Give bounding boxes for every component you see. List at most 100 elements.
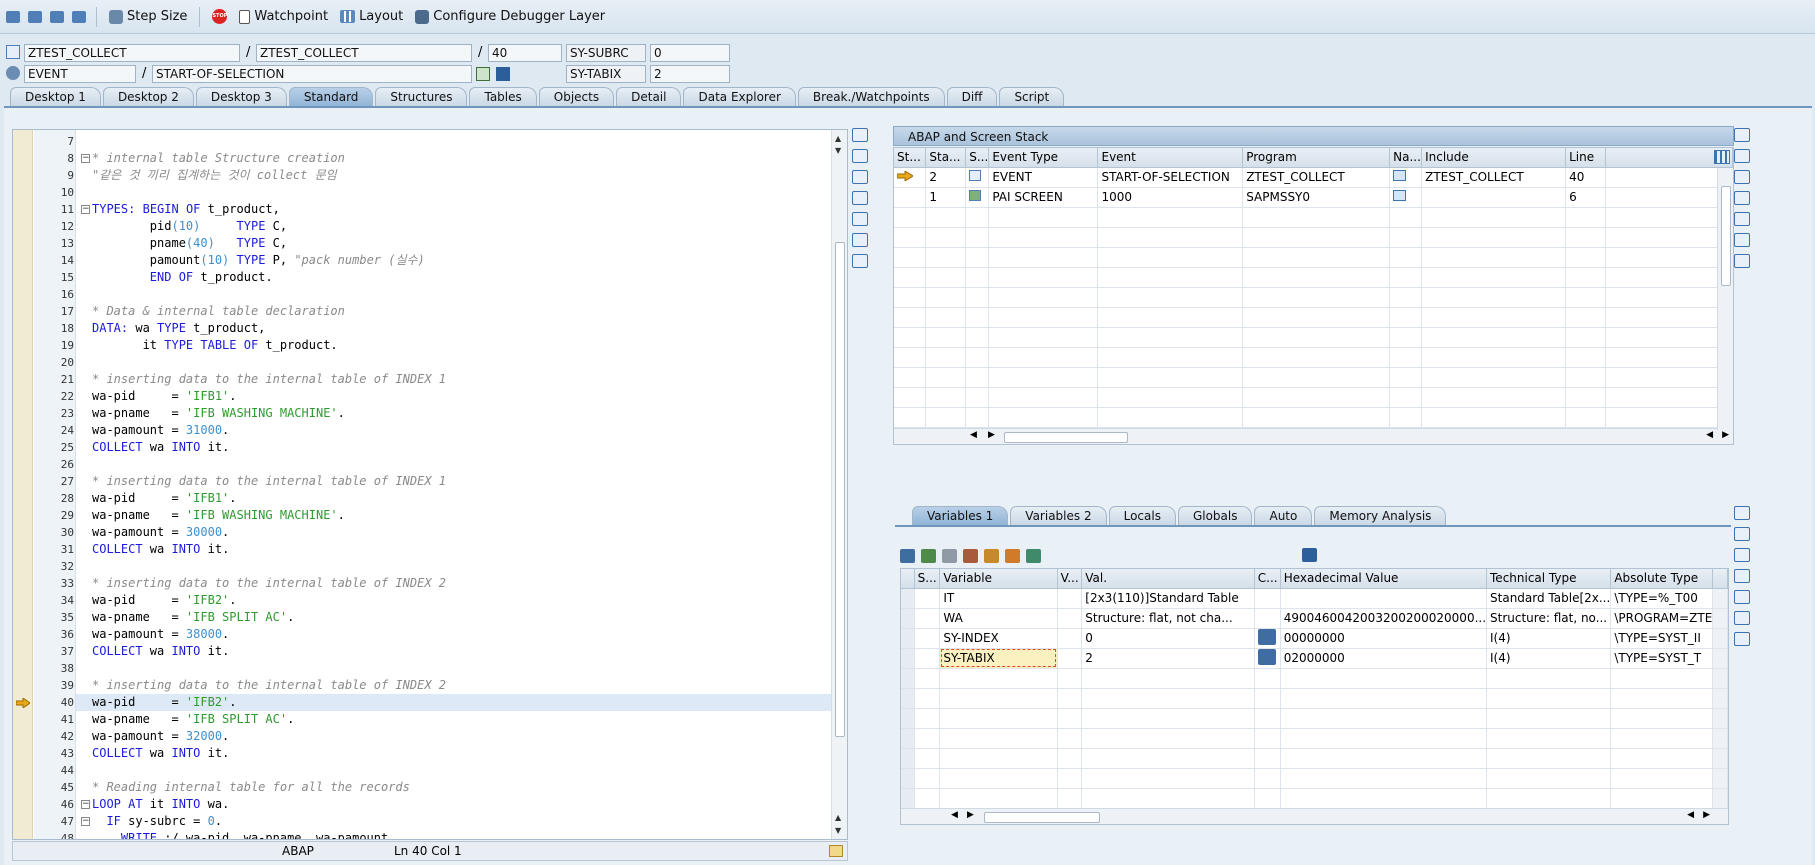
configure-layer-button[interactable]: Configure Debugger Layer bbox=[409, 5, 611, 29]
code-line[interactable]: wa-pid = 'IFB2'. bbox=[76, 694, 831, 711]
code-line[interactable]: wa-pname = 'IFB SPLIT AC'. bbox=[76, 609, 831, 626]
delete-icon[interactable] bbox=[900, 549, 915, 563]
swap-tool-icon[interactable] bbox=[1734, 590, 1750, 604]
stack-row[interactable]: 2 EVENT START-OF-SELECTION ZTEST_COLLECT ZTE… bbox=[894, 167, 1733, 188]
code-line[interactable]: IF sy-subrc = 0. bbox=[76, 813, 831, 830]
scroll-left-icon[interactable]: ◀ bbox=[970, 430, 977, 440]
tab-script[interactable]: Script bbox=[999, 87, 1065, 107]
variable-cell[interactable]: WA bbox=[939, 608, 1058, 629]
transfer-icon[interactable] bbox=[984, 549, 999, 563]
var-column-header[interactable]: Absolute Type bbox=[1610, 569, 1714, 589]
swap-tool-icon[interactable] bbox=[852, 212, 868, 226]
stack-row[interactable] bbox=[894, 387, 1733, 408]
row-selector[interactable] bbox=[901, 628, 915, 649]
new-tool-icon[interactable] bbox=[1734, 527, 1750, 541]
var-tab-variables-1[interactable]: Variables 1 bbox=[912, 506, 1009, 526]
row-selector[interactable] bbox=[901, 608, 915, 629]
row-selector[interactable] bbox=[901, 748, 915, 769]
stack-row[interactable] bbox=[894, 267, 1733, 288]
close-tool-icon[interactable] bbox=[1734, 506, 1750, 520]
code-line[interactable]: pname(40) TYPE C, bbox=[76, 235, 831, 252]
variable-cell[interactable]: 0 bbox=[1081, 628, 1255, 649]
row-selector[interactable] bbox=[901, 648, 915, 669]
code-line[interactable]: LOOP AT it INTO wa. bbox=[76, 796, 831, 813]
new-tool-icon[interactable] bbox=[1734, 149, 1750, 163]
stack-row[interactable] bbox=[894, 327, 1733, 348]
copy-icon[interactable] bbox=[942, 549, 957, 563]
settings-tool-icon[interactable] bbox=[852, 254, 868, 268]
event-type-field[interactable]: EVENT bbox=[24, 65, 136, 83]
fold-toggle-icon[interactable]: − bbox=[81, 817, 90, 826]
stack-column-header[interactable]: Na... bbox=[1389, 148, 1423, 168]
scroll-right-icon[interactable]: ▶ bbox=[988, 430, 995, 440]
variable-row[interactable] bbox=[901, 788, 1728, 809]
main-program-field[interactable]: ZTEST_COLLECT bbox=[24, 44, 240, 62]
code-line[interactable]: END OF t_product. bbox=[76, 269, 831, 286]
code-line[interactable] bbox=[76, 762, 831, 779]
code-line[interactable] bbox=[76, 558, 831, 575]
variable-cell[interactable]: [2x3(110)]Standard Table bbox=[1081, 588, 1255, 609]
step-into-icon[interactable] bbox=[6, 10, 20, 23]
code-line[interactable]: wa-pamount = 32000. bbox=[76, 728, 831, 745]
scroll-up-icon[interactable]: ▲ bbox=[835, 813, 841, 822]
code-line[interactable]: COLLECT wa INTO it. bbox=[76, 745, 831, 762]
edit-value-icon[interactable] bbox=[1257, 648, 1276, 665]
variable-row[interactable]: IT [2x3(110)]Standard Table Standard Table… bbox=[901, 588, 1728, 609]
save-icon[interactable] bbox=[1302, 548, 1317, 562]
maximize-tool-icon[interactable] bbox=[852, 191, 868, 205]
replace-tool-icon[interactable] bbox=[1734, 170, 1750, 184]
variable-cell[interactable] bbox=[1254, 628, 1281, 649]
code-line[interactable] bbox=[76, 286, 831, 303]
scroll-right-icon[interactable]: ▶ bbox=[1722, 430, 1729, 440]
code-line[interactable]: "같은 것 끼리 집계하는 것이 collect 문임 bbox=[76, 167, 831, 184]
code-line[interactable]: wa-pid = 'IFB2'. bbox=[76, 592, 831, 609]
scroll-down-icon[interactable]: ▼ bbox=[835, 826, 841, 835]
new-tool-icon[interactable] bbox=[852, 149, 868, 163]
tab-diff[interactable]: Diff bbox=[946, 87, 998, 107]
stack-row[interactable] bbox=[894, 287, 1733, 308]
fold-toggle-icon[interactable]: − bbox=[81, 800, 90, 809]
stack-row[interactable] bbox=[894, 247, 1733, 268]
tab-desktop-1[interactable]: Desktop 1 bbox=[10, 87, 101, 107]
code-line[interactable]: TYPES: BEGIN OF t_product, bbox=[76, 201, 831, 218]
variables-scroll-thumb[interactable] bbox=[984, 812, 1100, 823]
var-tab-locals[interactable]: Locals bbox=[1108, 506, 1176, 526]
tab-data-explorer[interactable]: Data Explorer bbox=[683, 87, 796, 107]
code-line[interactable]: pamount(10) TYPE P, "pack number (실수) bbox=[76, 252, 831, 269]
settings-tool-icon[interactable] bbox=[1734, 254, 1750, 268]
code-line[interactable] bbox=[76, 456, 831, 473]
step-over-icon[interactable] bbox=[28, 10, 42, 23]
stack-row[interactable] bbox=[894, 227, 1733, 248]
var-column-header[interactable]: C... bbox=[1254, 569, 1281, 589]
tab-structures[interactable]: Structures bbox=[375, 87, 468, 107]
variable-cell[interactable]: Structure: flat, not cha... bbox=[1081, 608, 1255, 629]
stack-scroll-thumb[interactable] bbox=[1004, 432, 1128, 443]
editor-vertical-scrollbar[interactable]: ▲ ▼ ▲ ▼ bbox=[831, 130, 847, 839]
fold-toggle-icon[interactable]: − bbox=[81, 154, 90, 163]
stack-row[interactable] bbox=[894, 347, 1733, 368]
maximize-tool-icon[interactable] bbox=[1734, 569, 1750, 583]
event-name-field[interactable]: START-OF-SELECTION bbox=[152, 65, 472, 83]
variable-row[interactable] bbox=[901, 728, 1728, 749]
stack-row[interactable] bbox=[894, 367, 1733, 388]
var-tab-auto[interactable]: Auto bbox=[1254, 506, 1313, 526]
code-area[interactable]: * internal table Structure creation "같은 것… bbox=[76, 130, 831, 839]
var-tab-globals[interactable]: Globals bbox=[1177, 506, 1253, 526]
variable-row[interactable]: WA Structure: flat, not cha... 49004600420… bbox=[901, 608, 1728, 629]
code-line[interactable]: * inserting data to the internal table o… bbox=[76, 371, 831, 388]
variable-cell[interactable]: SY-TABIX bbox=[939, 648, 1058, 669]
var-column-header[interactable]: Technical Type bbox=[1486, 569, 1612, 589]
scroll-up-icon[interactable]: ▲ bbox=[835, 134, 841, 143]
include-program-field[interactable]: ZTEST_COLLECT bbox=[256, 44, 472, 62]
row-selector[interactable] bbox=[901, 588, 915, 609]
import-icon[interactable] bbox=[1026, 549, 1041, 563]
code-line[interactable]: * Data & internal table declaration bbox=[76, 303, 831, 320]
stack-column-header[interactable]: Program bbox=[1242, 148, 1391, 168]
stack-column-header[interactable]: Event bbox=[1097, 148, 1244, 168]
step-size-button[interactable]: Step Size bbox=[103, 5, 193, 29]
stack-scroll-thumb[interactable] bbox=[1721, 186, 1731, 286]
code-line[interactable]: wa-pamount = 31000. bbox=[76, 422, 831, 439]
scroll-left-icon[interactable]: ◀ bbox=[951, 810, 958, 820]
variable-cell[interactable] bbox=[1254, 648, 1281, 669]
stack-row[interactable] bbox=[894, 307, 1733, 328]
